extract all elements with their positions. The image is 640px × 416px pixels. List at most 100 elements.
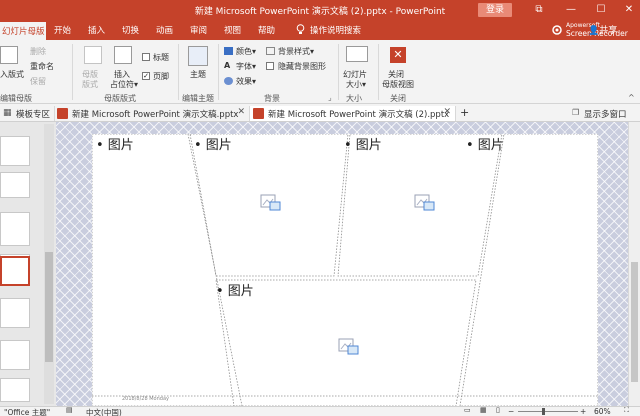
picture-placeholder-icon[interactable] bbox=[414, 194, 436, 212]
multi-window-button[interactable]: ❐ 显示多窗口 bbox=[570, 106, 631, 121]
fit-to-window-icon[interactable]: ⛶ bbox=[624, 406, 629, 415]
colors-button[interactable]: 颜色▾ bbox=[236, 46, 256, 57]
insert-placeholder-icon[interactable] bbox=[114, 46, 132, 64]
insert-placeholder-label-2[interactable]: 占位符▾ bbox=[110, 79, 138, 90]
hide-background-checkbox[interactable] bbox=[266, 62, 274, 70]
thumbnail-slide[interactable] bbox=[0, 378, 30, 402]
close-tab-icon[interactable]: ✕ bbox=[443, 107, 451, 117]
footer-date[interactable]: 2018/8/28 Monday bbox=[122, 396, 169, 402]
theme-name: "Office 主题" bbox=[4, 408, 51, 416]
separator bbox=[218, 44, 219, 100]
thumbnail-slide[interactable] bbox=[0, 172, 30, 198]
placeholder-label[interactable]: • 图片 bbox=[194, 134, 232, 153]
tab-insert[interactable]: 插入 bbox=[88, 24, 105, 36]
placeholder-label[interactable]: • 图片 bbox=[216, 280, 254, 299]
slide-size-icon[interactable] bbox=[346, 46, 368, 62]
minimize-button[interactable]: — bbox=[562, 2, 580, 18]
master-layout-label-2[interactable]: 版式 bbox=[82, 79, 98, 90]
fonts-button[interactable]: 字体▾ bbox=[236, 61, 256, 72]
placeholder-label[interactable]: • 图片 bbox=[344, 134, 382, 153]
reading-view-icon[interactable]: ▯ bbox=[496, 406, 500, 414]
hide-background-label: 隐藏背景图形 bbox=[278, 62, 326, 71]
canvas-scrollbar-track[interactable] bbox=[628, 122, 640, 406]
powerpoint-icon bbox=[57, 108, 68, 119]
picture-placeholder-icon[interactable] bbox=[260, 194, 282, 212]
lightbulb-icon bbox=[296, 24, 305, 38]
tab-slide-master[interactable]: 幻灯片母版 bbox=[0, 22, 46, 40]
tab-home[interactable]: 开始 bbox=[54, 24, 71, 36]
delete-button[interactable]: 删除 bbox=[30, 46, 46, 57]
close-master-view-icon[interactable]: ✕ bbox=[390, 47, 406, 63]
document-tab-1[interactable]: 新建 Microsoft PowerPoint 演示文稿.pptx ✕ bbox=[54, 106, 250, 121]
tab-transitions[interactable]: 切换 bbox=[122, 24, 139, 36]
grid-icon: ▦ bbox=[3, 108, 12, 118]
template-zone-tab[interactable]: ▦ 模板专区 bbox=[0, 106, 56, 121]
close-window-button[interactable]: ✕ bbox=[620, 2, 638, 18]
slide-sorter-icon[interactable]: ▦ bbox=[480, 406, 487, 414]
zoom-in-button[interactable]: + bbox=[580, 407, 586, 416]
group-master-layout: 母版版式 bbox=[104, 94, 136, 103]
background-styles-button[interactable]: 背景样式▾ bbox=[278, 46, 314, 57]
themes-icon[interactable] bbox=[188, 46, 208, 66]
rename-button[interactable]: 重命名 bbox=[30, 61, 54, 72]
spellcheck-icon[interactable]: ▤ bbox=[66, 406, 73, 414]
tell-me-search[interactable]: 操作说明搜索 bbox=[310, 24, 361, 36]
slide-size-label-2[interactable]: 大小▾ bbox=[346, 79, 366, 90]
themes-button[interactable]: 主题 bbox=[190, 69, 206, 80]
thumbnail-slide[interactable] bbox=[0, 212, 30, 246]
title-checkbox-label: 标题 bbox=[153, 53, 169, 62]
group-edit-master: 编辑母版 bbox=[0, 94, 32, 103]
background-dialog-launcher-icon[interactable]: ⌟ bbox=[328, 93, 332, 102]
slide-layout[interactable]: • 图片 • 图片 • 图片 • 图片 • 图片 2018/8/28 Monda… bbox=[92, 134, 598, 406]
picture-placeholder-icon[interactable] bbox=[338, 338, 360, 356]
master-layout-icon[interactable] bbox=[84, 46, 102, 64]
tab-animations[interactable]: 动画 bbox=[156, 24, 173, 36]
close-master-view-label-2[interactable]: 母版视图 bbox=[382, 79, 414, 90]
template-zone-label: 模板专区 bbox=[16, 110, 51, 120]
collapse-ribbon-icon[interactable]: ^ bbox=[628, 93, 635, 102]
tab-review[interactable]: 审阅 bbox=[190, 24, 207, 36]
document-tab-2[interactable]: 新建 Microsoft PowerPoint 演示文稿 (2).pptx ✕ bbox=[250, 106, 456, 121]
share-label: 共享 bbox=[599, 26, 618, 36]
user-icon: 👤 bbox=[588, 26, 600, 36]
thumbnail-scrollbar-thumb[interactable] bbox=[45, 252, 53, 362]
title-checkbox[interactable] bbox=[142, 53, 150, 61]
tab-view[interactable]: 视图 bbox=[224, 24, 241, 36]
ribbon-display-options-icon[interactable]: ⧉ bbox=[530, 2, 548, 18]
share-button[interactable]: 👤共享 bbox=[588, 23, 617, 36]
new-tab-button[interactable]: + bbox=[456, 104, 473, 119]
thumbnail-slide-selected[interactable] bbox=[0, 256, 30, 286]
placeholder-label[interactable]: • 图片 bbox=[466, 134, 504, 153]
thumbnail-slide[interactable] bbox=[0, 136, 30, 166]
zoom-slider-track[interactable] bbox=[518, 411, 578, 412]
zoom-out-button[interactable]: − bbox=[508, 407, 514, 416]
colors-icon bbox=[224, 47, 233, 55]
background-styles-icon bbox=[266, 47, 275, 55]
login-button[interactable]: 登录 bbox=[478, 3, 512, 17]
placeholder-label[interactable]: • 图片 bbox=[96, 134, 134, 153]
separator bbox=[378, 44, 379, 100]
close-tab-icon[interactable]: ✕ bbox=[237, 107, 245, 117]
multi-window-label: 显示多窗口 bbox=[584, 110, 627, 120]
title-bar: 新建 Microsoft PowerPoint 演示文稿 (2).pptx - … bbox=[0, 0, 640, 20]
thumbnail-slide[interactable] bbox=[0, 340, 30, 370]
tab-help[interactable]: 帮助 bbox=[258, 24, 275, 36]
insert-layout-button[interactable]: 入版式 bbox=[0, 69, 24, 80]
insert-layout-icon[interactable] bbox=[0, 46, 18, 64]
document-tab-2-label: 新建 Microsoft PowerPoint 演示文稿 (2).pptx bbox=[268, 110, 450, 120]
canvas-scrollbar-thumb[interactable] bbox=[631, 262, 638, 382]
effects-button[interactable]: 效果▾ bbox=[236, 76, 256, 87]
ribbon: 入版式 删除 重命名 保留 编辑母版 母版 版式 插入 占位符▾ 标题 ✓ 页脚… bbox=[0, 40, 640, 104]
maximize-button[interactable]: ☐ bbox=[592, 2, 610, 18]
zoom-slider-thumb[interactable] bbox=[542, 408, 545, 415]
thumbnail-slide[interactable] bbox=[0, 298, 30, 328]
window-icon: ❐ bbox=[572, 108, 580, 117]
preserve-button[interactable]: 保留 bbox=[30, 76, 46, 87]
normal-view-icon[interactable]: ▭ bbox=[464, 406, 471, 414]
slide-canvas: • 图片 • 图片 • 图片 • 图片 • 图片 2018/8/28 Monda… bbox=[56, 122, 628, 406]
zoom-level[interactable]: 60% bbox=[594, 407, 611, 416]
footer-checkbox-label: 页脚 bbox=[153, 72, 169, 81]
language-indicator[interactable]: 中文(中国) bbox=[86, 407, 122, 416]
separator bbox=[338, 44, 339, 100]
footer-checkbox[interactable]: ✓ bbox=[142, 72, 150, 80]
